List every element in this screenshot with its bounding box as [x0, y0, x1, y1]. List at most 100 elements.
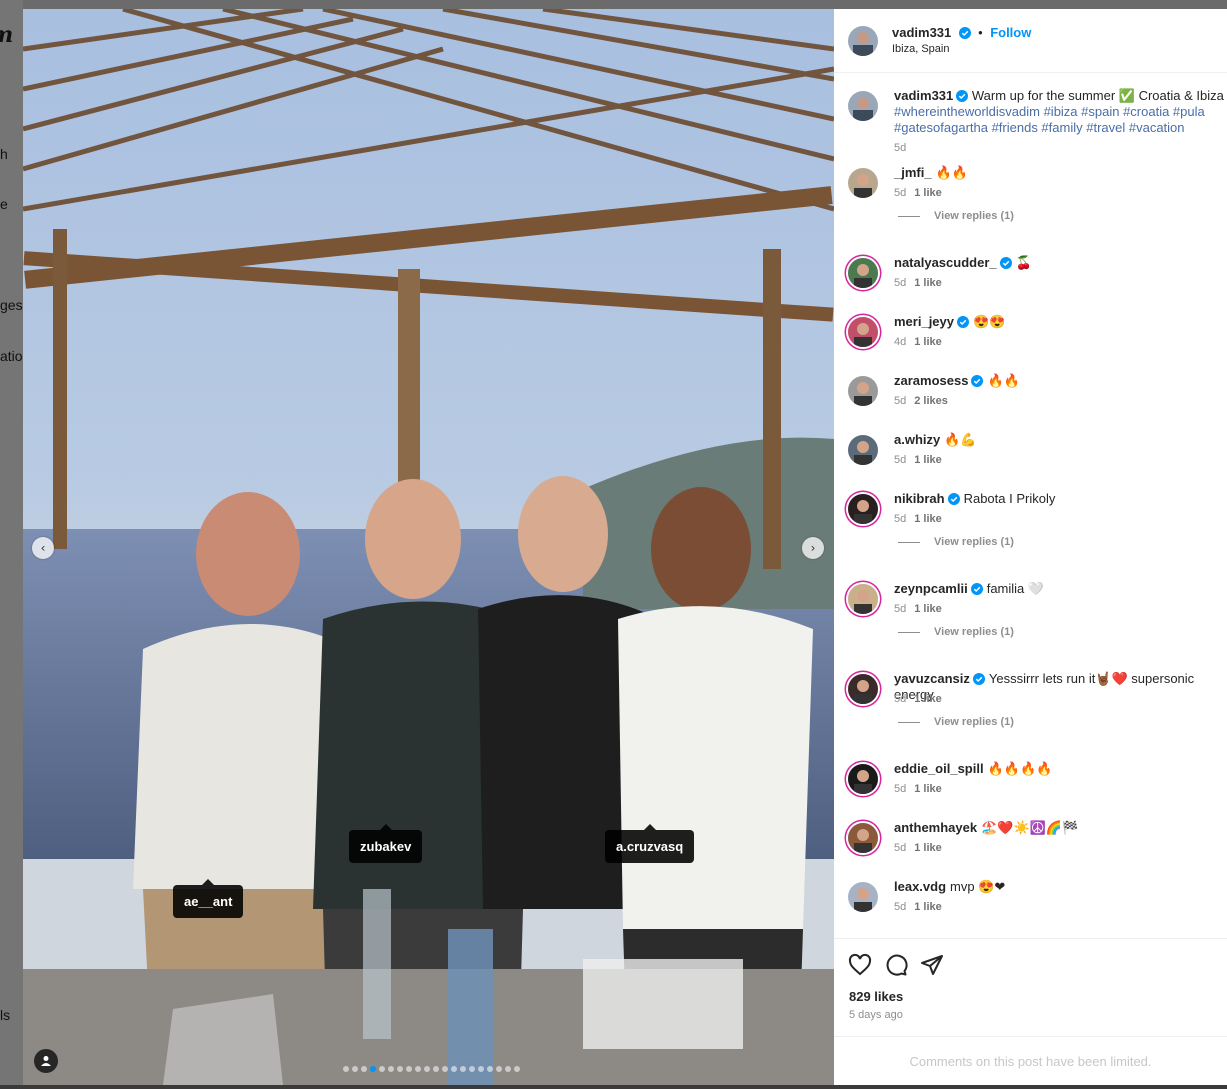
- background-sidebar: m h e ges ation ls: [0, 0, 23, 1089]
- comment-username[interactable]: natalyascudder_: [894, 255, 997, 270]
- replies-line: [898, 631, 920, 633]
- comment-meta: 5d 1 like: [894, 693, 942, 705]
- comment-body: a.whizy 🔥💪: [894, 432, 1227, 448]
- user-tag-zubakev[interactable]: zubakev: [349, 824, 423, 863]
- comment-likes[interactable]: 1 like: [914, 783, 942, 795]
- commenter-avatar[interactable]: [848, 258, 878, 288]
- post-photo[interactable]: ‹ › zubakev a.cruzvasq ae__ant: [23, 9, 834, 1085]
- user-tag-ae-ant[interactable]: ae__ant: [173, 879, 244, 918]
- user-tag-a-cruzvasq[interactable]: a.cruzvasq: [605, 824, 695, 863]
- comment-meta: 5d 1 like: [894, 783, 942, 795]
- heart-icon[interactable]: [848, 953, 872, 977]
- commenter-avatar[interactable]: [848, 317, 878, 347]
- author-username[interactable]: vadim331: [892, 25, 951, 40]
- tagged-users-button[interactable]: [34, 1049, 58, 1073]
- comment-text: 🔥🔥🔥🔥: [987, 761, 1053, 776]
- background-nav-fragment: ges: [0, 297, 23, 313]
- avatar-image: [848, 168, 878, 198]
- verified-badge-icon: [958, 27, 971, 39]
- comments-limited-notice: Comments on this post have been limited.: [834, 1036, 1227, 1085]
- carousel-dot: [406, 1066, 412, 1072]
- comment-likes[interactable]: 1 like: [914, 336, 942, 348]
- commenter-avatar[interactable]: [848, 882, 878, 912]
- comment-time: 5d: [894, 187, 907, 199]
- commenter-avatar[interactable]: [848, 823, 878, 853]
- comment-body: leax.vdg mvp 😍❤: [894, 879, 1227, 895]
- follow-button[interactable]: Follow: [990, 25, 1031, 40]
- comment-icon[interactable]: [884, 953, 908, 977]
- carousel-dot: [343, 1066, 349, 1072]
- comment-body: natalyascudder_ 🍒: [894, 255, 1227, 271]
- commenter-avatar[interactable]: [848, 168, 878, 198]
- comment-username[interactable]: meri_jeyy: [894, 314, 954, 329]
- carousel-indicator: [343, 1066, 520, 1072]
- avatar-image: [848, 376, 878, 406]
- commenter-avatar[interactable]: [848, 435, 878, 465]
- comments-list[interactable]: vadim331 Warm up for the summer ✅ Croati…: [834, 74, 1227, 938]
- comment-username[interactable]: nikibrah: [894, 491, 945, 506]
- replies-line: [898, 541, 920, 543]
- comment-body: zaramosess 🔥🔥: [894, 373, 1227, 389]
- replies-line: [898, 215, 920, 217]
- comment-likes[interactable]: 1 like: [914, 513, 942, 525]
- comment-username[interactable]: leax.vdg: [894, 879, 946, 894]
- commenter-avatar[interactable]: [848, 376, 878, 406]
- comment-time: 5d: [894, 901, 907, 913]
- commenter-avatar[interactable]: [848, 764, 878, 794]
- comment-time: 5d: [894, 783, 907, 795]
- carousel-dot: [469, 1066, 475, 1072]
- avatar-image: [848, 435, 878, 465]
- view-replies-button[interactable]: View replies (1): [898, 626, 1014, 638]
- post-header: vadim331 • Follow Ibiza, Spain: [834, 9, 1227, 73]
- comment-likes[interactable]: 1 like: [914, 187, 942, 199]
- comment-username[interactable]: zaramosess: [894, 373, 968, 388]
- avatar-image: [848, 764, 878, 794]
- comment-meta: 5d 2 likes: [894, 395, 948, 407]
- carousel-dot: [352, 1066, 358, 1072]
- carousel-dot: [505, 1066, 511, 1072]
- comment-username[interactable]: _jmfi_: [894, 165, 932, 180]
- comment-likes[interactable]: 1 like: [914, 603, 942, 615]
- comment-username[interactable]: zeynpcamlii: [894, 581, 968, 596]
- view-replies-label: View replies (1): [934, 536, 1014, 548]
- comment-likes[interactable]: 1 like: [914, 901, 942, 913]
- previous-photo-button[interactable]: ‹: [32, 537, 54, 559]
- post-location[interactable]: Ibiza, Spain: [892, 43, 949, 55]
- replies-line: [898, 721, 920, 723]
- caption-time: 5d: [894, 142, 907, 154]
- commenter-avatar[interactable]: [848, 584, 878, 614]
- next-photo-button[interactable]: ›: [802, 537, 824, 559]
- share-icon[interactable]: [920, 953, 944, 977]
- carousel-dot: [478, 1066, 484, 1072]
- view-replies-button[interactable]: View replies (1): [898, 210, 1014, 222]
- verified-badge-icon: [947, 493, 960, 505]
- author-avatar[interactable]: [848, 26, 878, 56]
- person-icon: [41, 1056, 51, 1066]
- comment-likes[interactable]: 1 like: [914, 454, 942, 466]
- comment-username[interactable]: a.whizy: [894, 432, 940, 447]
- comment-text: mvp 😍❤: [950, 879, 1006, 894]
- comment-username[interactable]: eddie_oil_spill: [894, 761, 984, 776]
- commenter-avatar[interactable]: [848, 674, 878, 704]
- view-replies-label: View replies (1): [934, 210, 1014, 222]
- view-replies-label: View replies (1): [934, 716, 1014, 728]
- like-count[interactable]: 829 likes: [849, 989, 903, 1004]
- carousel-dot: [388, 1066, 394, 1072]
- comment-time: 5d: [894, 513, 907, 525]
- caption-username[interactable]: vadim331: [894, 88, 953, 103]
- avatar-image: [848, 882, 878, 912]
- comment-likes[interactable]: 2 likes: [914, 395, 948, 407]
- comment-username[interactable]: yavuzcansiz: [894, 671, 970, 686]
- view-replies-button[interactable]: View replies (1): [898, 536, 1014, 548]
- commenter-avatar[interactable]: [848, 494, 878, 524]
- comment-likes[interactable]: 1 like: [914, 842, 942, 854]
- comment-meta: 5d 1 like: [894, 277, 942, 289]
- verified-badge-icon: [957, 316, 969, 328]
- view-replies-button[interactable]: View replies (1): [898, 716, 1014, 728]
- comment-likes[interactable]: 1 like: [914, 277, 942, 289]
- author-avatar[interactable]: [848, 91, 878, 121]
- comment-time: 5d: [894, 454, 907, 466]
- caption-hashtags[interactable]: #whereintheworldisvadim #ibiza #spain #c…: [894, 104, 1205, 135]
- comment-username[interactable]: anthemhayek: [894, 820, 977, 835]
- comment-likes[interactable]: 1 like: [914, 693, 942, 705]
